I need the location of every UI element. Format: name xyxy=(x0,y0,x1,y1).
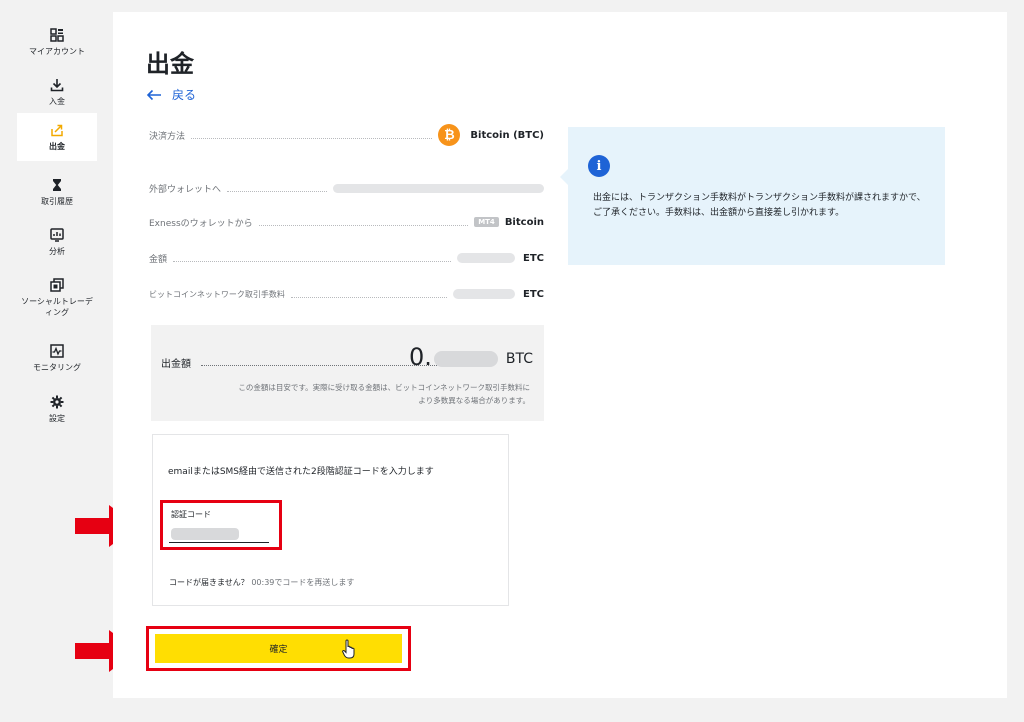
redacted-verification-code xyxy=(171,528,239,540)
resend-code-text: コードが届きません？ 00:39でコードを再送します xyxy=(169,577,354,588)
download-icon xyxy=(50,78,64,91)
external-wallet-label: 外部ウォレットへ xyxy=(149,184,222,195)
dotted-leader xyxy=(227,190,328,192)
sidebar-item-my-account[interactable]: マイアカウント xyxy=(17,18,97,66)
note-line: この金額は目安です。実際に受け取る金額は、ビットコインネットワーク取引手数料に xyxy=(238,383,530,392)
arrow-left-icon xyxy=(146,89,161,100)
fee-row: ビットコインネットワーク取引手数料 ETC xyxy=(149,285,544,303)
hand-cursor-icon xyxy=(342,639,355,659)
dotted-leader xyxy=(191,137,433,139)
upload-icon xyxy=(51,124,63,136)
sidebar-item-deposit[interactable]: 入金 xyxy=(17,68,97,116)
info-text-line: ご了承ください。手数料は、出金額から直接差し引かれます。 xyxy=(593,208,845,218)
dotted-leader xyxy=(201,365,443,366)
back-link[interactable]: 戻る xyxy=(146,86,196,103)
sidebar-item-label: 入金 xyxy=(49,96,65,106)
redacted-wallet-address xyxy=(333,183,544,193)
monitor-icon xyxy=(50,343,64,358)
sidebar-item-analytics[interactable]: 分析 xyxy=(17,218,97,266)
sidebar-item-settings[interactable]: 設定 xyxy=(17,385,97,433)
sidebar-item-label: マイアカウント xyxy=(29,46,85,56)
fee-value: ETC xyxy=(453,289,544,300)
info-text-line: 出金には、トランザクション手数料がトランザクション手数料が課されますかで、 xyxy=(593,193,926,203)
info-icon: i xyxy=(588,155,610,177)
sidebar-item-social-trading[interactable]: ソーシャルトレーディング xyxy=(17,270,97,326)
payment-method-label: 決済方法 xyxy=(149,131,186,142)
gear-icon xyxy=(50,395,64,408)
confirm-button[interactable]: 確定 xyxy=(155,634,402,663)
note-line: より多数異なる場合があります。 xyxy=(418,396,530,405)
sidebar-item-monitoring[interactable]: モニタリング xyxy=(17,334,97,382)
sidebar-item-history[interactable]: 取引履歴 xyxy=(17,168,97,216)
withdrawal-amount-digits: 0. xyxy=(409,343,432,371)
amount-value: ETC xyxy=(457,253,544,264)
from-wallet-label: Exnessのウォレットから xyxy=(149,218,253,229)
dashboard-icon xyxy=(50,27,64,42)
verification-instruction: emailまたはSMS経由で送信された2段階認証コードを入力します xyxy=(168,467,434,477)
chart-icon xyxy=(50,227,64,242)
back-label: 戻る xyxy=(172,88,197,102)
sidebar-item-label: 取引履歴 xyxy=(41,196,73,206)
page-title: 出金 xyxy=(146,50,194,78)
resend-timer: 00:39でコードを再送します xyxy=(251,578,355,587)
verification-code-highlight: 認証コード xyxy=(160,500,282,550)
withdrawal-amount-unit: BTC xyxy=(505,351,534,367)
payment-method-value: ₿ Bitcoin (BTC) xyxy=(438,124,544,146)
withdrawal-amount-label: 出金額 xyxy=(161,359,191,370)
sidebar-item-withdraw[interactable]: 出金 xyxy=(17,113,97,161)
dotted-leader xyxy=(173,260,451,262)
from-wallet-row: Exnessのウォレットから MT4 Bitcoin xyxy=(149,213,544,231)
resend-prompt[interactable]: コードが届きません？ xyxy=(169,578,249,587)
amount-unit: ETC xyxy=(523,252,544,264)
external-wallet-row: 外部ウォレットへ xyxy=(149,179,544,197)
withdrawal-amount-summary: 出金額 0. BTC この金額は目安です。実際に受け取る金額は、ビットコインネッ… xyxy=(151,325,544,421)
sidebar: マイアカウント 入金 出金 取引履歴 分析 ソーシャルトレーディング モニタリン… xyxy=(0,0,112,722)
sidebar-item-label: 設定 xyxy=(49,413,65,423)
redacted-amount xyxy=(457,253,515,263)
payment-method-row: 決済方法 ₿ Bitcoin (BTC) xyxy=(149,124,544,146)
fee-info-box: i 出金には、トランザクション手数料がトランザクション手数料が課されますかで、 … xyxy=(560,127,945,265)
withdrawal-panel: 出金 戻る 決済方法 ₿ Bitcoin (BTC) 外部ウォレットへ Exne… xyxy=(113,12,1007,698)
from-wallet-currency: Bitcoin xyxy=(504,216,544,228)
confirm-button-highlight: 確定 xyxy=(146,626,411,671)
dotted-leader xyxy=(258,224,469,226)
payment-method-name: Bitcoin (BTC) xyxy=(470,129,544,141)
sidebar-item-label: 出金 xyxy=(49,141,65,151)
info-text: 出金には、トランザクション手数料がトランザクション手数料が課されますかで、 ご了… xyxy=(593,191,928,221)
sidebar-item-label: モニタリング xyxy=(33,362,81,372)
withdrawal-amount-note: この金額は目安です。実際に受け取る金額は、ビットコインネットワーク取引手数料に … xyxy=(190,381,530,407)
mt4-badge: MT4 xyxy=(474,217,499,227)
sidebar-item-label: 分析 xyxy=(49,246,65,256)
hourglass-icon xyxy=(53,178,61,191)
fee-unit: ETC xyxy=(523,288,544,300)
from-wallet-value: MT4 Bitcoin xyxy=(474,217,544,228)
dotted-leader xyxy=(290,296,447,298)
fee-label: ビットコインネットワーク取引手数料 xyxy=(149,289,285,299)
withdrawal-amount-value: 0. BTC xyxy=(409,343,533,371)
social-icon xyxy=(50,278,64,292)
redacted-fee xyxy=(453,289,515,299)
amount-row: 金額 ETC xyxy=(149,249,544,267)
bitcoin-icon: ₿ xyxy=(438,124,461,146)
amount-label: 金額 xyxy=(149,254,168,265)
redacted-withdrawal-amount xyxy=(433,351,498,367)
sidebar-item-label: ソーシャルトレーディング xyxy=(21,297,93,317)
two-factor-verification: emailまたはSMS経由で送信された2段階認証コードを入力します 認証コード … xyxy=(152,434,509,606)
verification-code-label: 認証コード xyxy=(171,510,211,519)
